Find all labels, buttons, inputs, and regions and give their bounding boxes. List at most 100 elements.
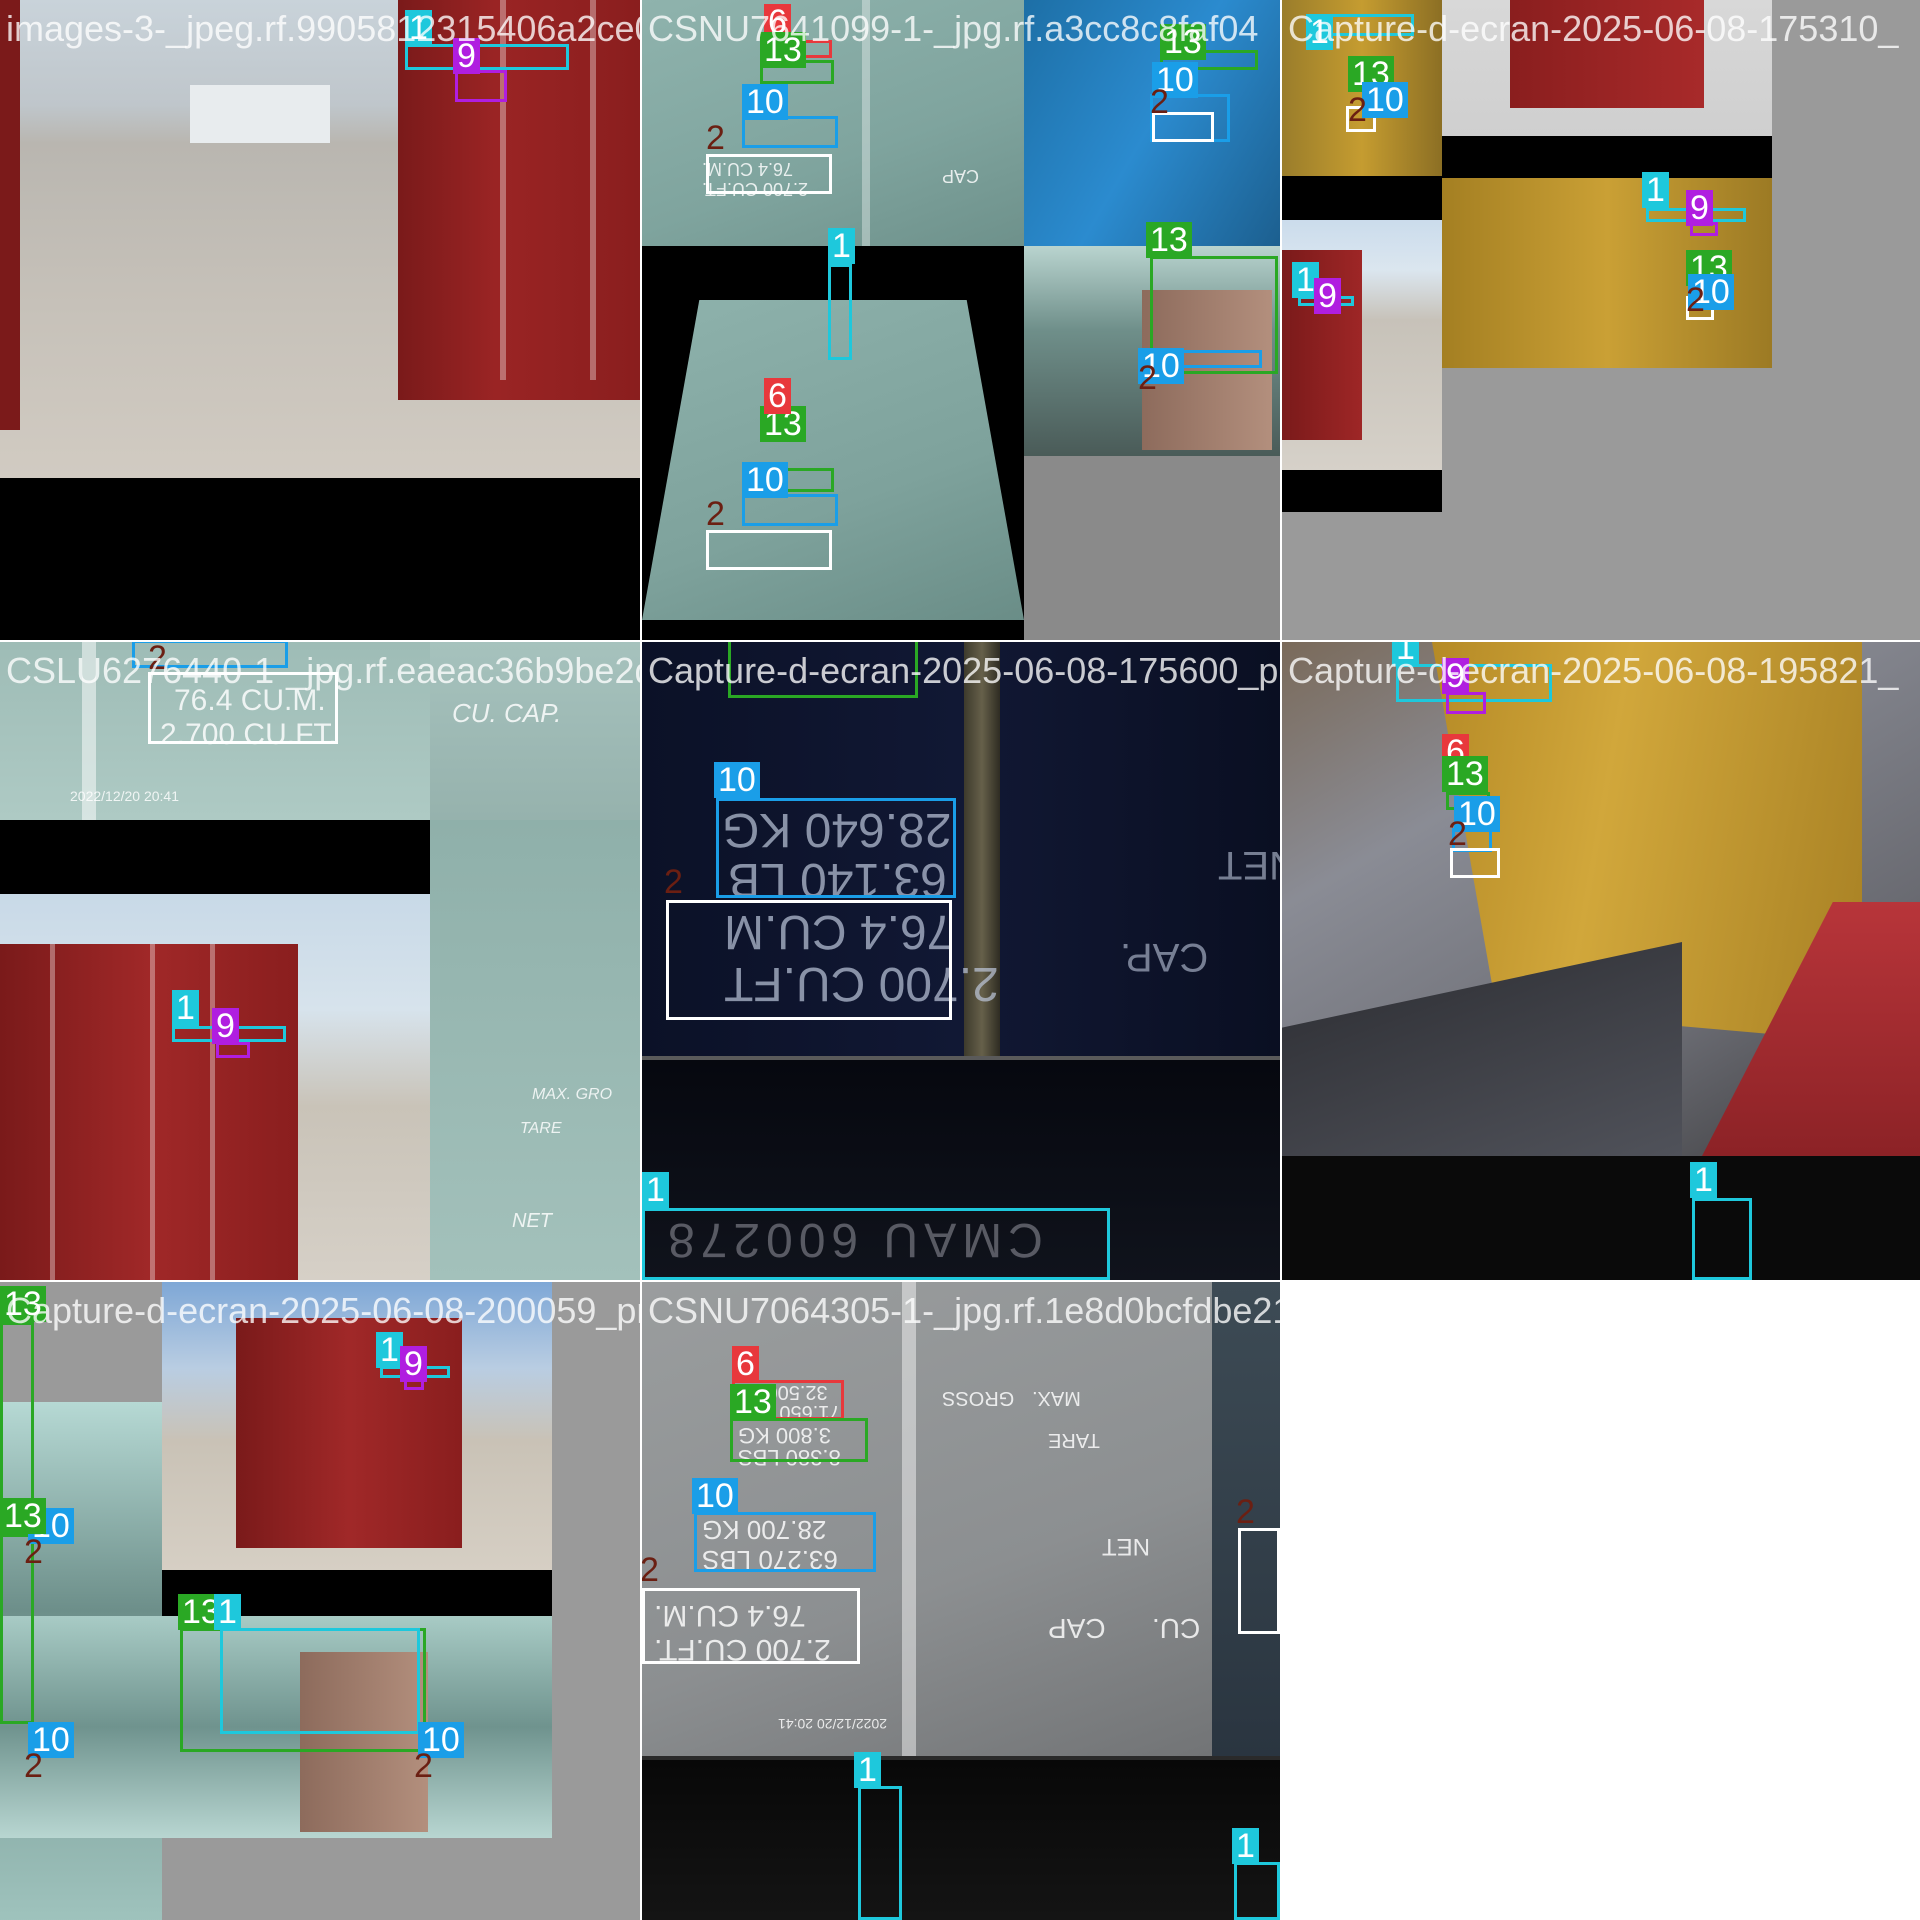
tile-title: CSLU6276440-1-_jpg.rf.eaeac36b9be2d3199 <box>6 650 640 691</box>
mosaic-tile-6: Capture-d-ecran-2025-06-08-195821_ 1 9 6… <box>1282 642 1920 1280</box>
bbox-class-1 <box>1692 1198 1752 1280</box>
mosaic-tile-3: Capture-d-ecran-2025-06-08-175310_ 1 13 … <box>1282 0 1920 640</box>
bbox-label-1: 1 <box>1690 1162 1717 1198</box>
bbox-label-2: 2 <box>706 495 725 533</box>
bbox-class-2 <box>706 154 832 194</box>
door-bar <box>50 944 55 1280</box>
black-pad <box>1282 176 1442 220</box>
bbox-label-6: 6 <box>732 1346 759 1382</box>
bbox-class-13 <box>730 1418 868 1462</box>
black-pad <box>1442 136 1772 178</box>
container-text: CU. <box>1152 1613 1201 1644</box>
bbox-class-1 <box>1234 1862 1280 1920</box>
tile-title: images-3-_jpeg.rf.9905812315406a2ce0d8c <box>6 8 640 49</box>
bbox-label-2: 2 <box>1138 359 1157 397</box>
bbox-class-13 <box>0 1322 34 1512</box>
container-text: TARE <box>520 1120 562 1137</box>
tile-title: Capture-d-ecran-2025-06-08-195821_ <box>1288 650 1899 691</box>
bbox-class-9 <box>1446 692 1486 714</box>
bbox-label-2: 2 <box>1686 281 1705 319</box>
bbox-class-1 <box>828 264 852 360</box>
door-bar <box>150 944 155 1280</box>
bbox-label-1: 1 <box>854 1752 881 1788</box>
tile-title: Capture-d-ecran-2025-06-08-200059_png.rf <box>6 1290 640 1331</box>
bbox-label-2: 2 <box>1448 815 1467 853</box>
tile-title: CSNU7064305-1-_jpg.rf.1e8d0bcfdbe21bd416 <box>648 1290 1280 1331</box>
tile-title: Capture-d-ecran-2025-06-08-175310_ <box>1288 8 1899 49</box>
grid-separator <box>0 1280 1282 1282</box>
bbox-label-1: 1 <box>172 990 199 1026</box>
bbox-label-10: 10 <box>692 1478 738 1514</box>
night-bottom-photo <box>642 1760 1280 1920</box>
bbox-label-13: 13 <box>730 1384 776 1420</box>
bbox-label-2: 2 <box>24 1747 43 1785</box>
bbox-class-2 <box>666 900 952 1020</box>
container-text: MAX. GRO <box>532 1086 613 1103</box>
bbox-label-10: 10 <box>742 84 788 120</box>
bbox-class-1 <box>642 1208 1110 1280</box>
container-text: 2022/12/20 20:41 <box>70 788 179 804</box>
bbox-label-13: 13 <box>1146 222 1192 258</box>
mosaic-tile-7: Capture-d-ecran-2025-06-08-200059_png.rf… <box>0 1282 640 1920</box>
bbox-class-2 <box>642 1588 860 1664</box>
container-text: GROSS <box>942 1387 1015 1409</box>
mosaic-tile-8: 32.500 KG 71.650 LBS 3.800 KG 8.380 LBS … <box>642 1282 1280 1920</box>
container-text: NET <box>1218 843 1280 887</box>
container-text: MAX. <box>1032 1387 1081 1409</box>
container-text: 2022/12/20 20:41 <box>778 1716 887 1732</box>
bbox-class-10 <box>716 798 956 898</box>
bbox-label-1: 1 <box>642 1172 669 1208</box>
bbox-label-10: 10 <box>714 762 760 798</box>
container-text: NET <box>1102 1533 1150 1560</box>
bbox-label-13: 13 <box>1442 756 1488 792</box>
bbox-label-9: 9 <box>1314 278 1341 314</box>
container-text: CAP <box>1048 1613 1106 1644</box>
bbox-label-1: 1 <box>1232 1828 1259 1864</box>
door-bar <box>590 0 596 380</box>
container-text: CAP. <box>1120 935 1209 979</box>
bbox-label-2: 2 <box>1348 91 1367 129</box>
bbox-label-2: 2 <box>642 1551 659 1589</box>
red-container <box>236 1318 462 1548</box>
mosaic-grid: images-3-_jpeg.rf.9905812315406a2ce0d8c … <box>0 0 1920 1920</box>
tile-title: CSNU7641099-1-_jpg.rf.a3cc8c8faf04 <box>648 8 1259 49</box>
container-text: NET <box>512 1210 552 1232</box>
building <box>190 85 330 143</box>
bbox-label-1: 1 <box>1642 172 1669 208</box>
mosaic-tile-2: 76.4 CU.M. 2.700 CU.FT. CAP CSNU7641099-… <box>642 0 1280 640</box>
bbox-label-1: 1 <box>376 1332 403 1368</box>
mosaic-tile-4: 76.4 CU.M. 2.700 CU.FT. CU. CAP. 2022/12… <box>0 642 640 1280</box>
container-text: CU. CAP. <box>452 698 562 728</box>
bbox-label-2: 2 <box>706 119 725 157</box>
tile-title: Capture-d-ecran-2025-06-08-175600_png.rf <box>648 650 1280 691</box>
bbox-label-2: 2 <box>414 1747 433 1785</box>
red-container <box>0 944 298 1280</box>
mosaic-tile-5: 28.640 KG 63.140 LB 76.4 CU.M 2.700 CU.F… <box>642 642 1280 1280</box>
mosaic-tile-1: images-3-_jpeg.rf.9905812315406a2ce0d8c … <box>0 0 640 640</box>
bbox-class-2 <box>1238 1528 1280 1634</box>
grid-separator <box>0 640 1920 642</box>
bbox-label-6: 6 <box>764 378 791 414</box>
bbox-label-2: 2 <box>24 1533 43 1571</box>
bbox-label-2: 2 <box>664 863 683 901</box>
bbox-label-9: 9 <box>1686 190 1713 226</box>
bbox-label-1: 1 <box>828 228 855 264</box>
container-text: CAP <box>942 166 980 186</box>
bbox-label-2: 2 <box>1150 83 1169 121</box>
bbox-class-1 <box>220 1628 420 1734</box>
container-text: TARE <box>1048 1429 1100 1451</box>
bbox-label-1: 1 <box>214 1594 241 1630</box>
container-edge <box>0 0 20 430</box>
bbox-label-13: 13 <box>0 1498 46 1534</box>
bbox-class-2 <box>706 530 832 570</box>
empty-cell <box>1282 1282 1920 1920</box>
bbox-label-9: 9 <box>400 1346 427 1382</box>
bbox-label-2: 2 <box>1236 1493 1255 1531</box>
door-bar <box>210 944 215 1280</box>
roof-bar <box>902 1282 916 1756</box>
bbox-class-10 <box>694 1512 876 1572</box>
bbox-label-9: 9 <box>212 1008 239 1044</box>
bbox-label-10: 10 <box>742 462 788 498</box>
bbox-class-1 <box>858 1786 902 1920</box>
black-pad <box>1282 470 1442 512</box>
